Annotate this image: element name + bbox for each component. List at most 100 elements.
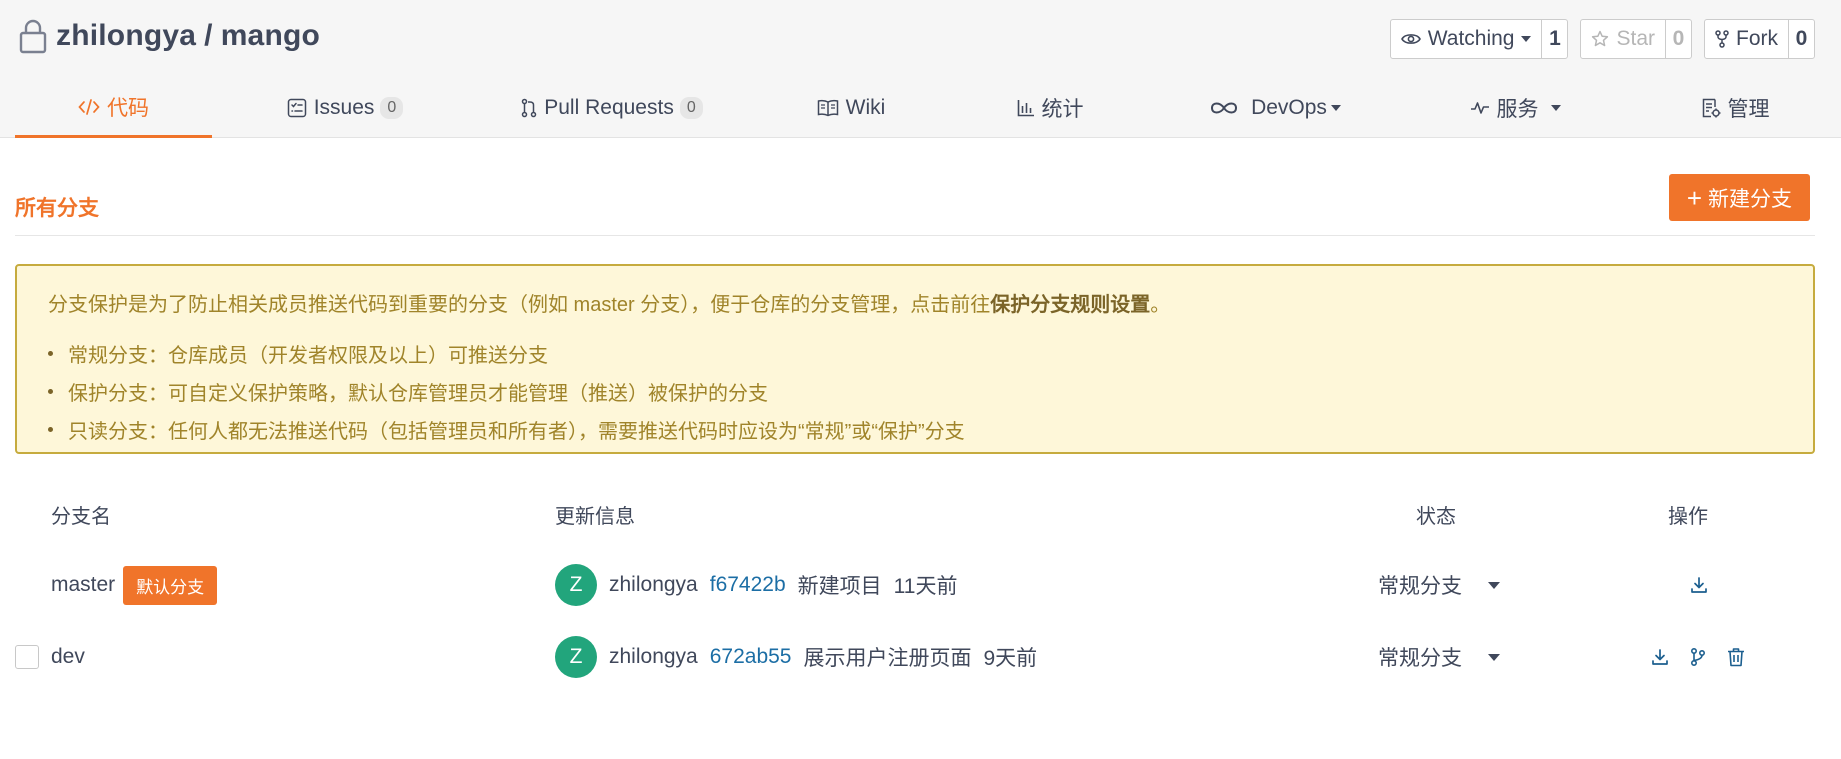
commit-author-link[interactable]: zhilongya — [609, 573, 698, 597]
watch-count[interactable]: 1 — [1541, 20, 1567, 58]
caret-down-icon — [1330, 105, 1341, 111]
tab-statistics[interactable]: 统计 — [1000, 78, 1100, 138]
default-branch-badge: 默认分支 — [123, 565, 218, 605]
pulse-icon — [1470, 102, 1489, 114]
commit-author-link[interactable]: zhilongya — [609, 645, 698, 669]
new-branch-button[interactable]: + 新建分支 — [1668, 174, 1810, 221]
branch-name-cell: dev — [51, 627, 85, 687]
settings-doc-icon — [1702, 98, 1720, 118]
status-select[interactable]: 常规分支 — [1378, 627, 1500, 687]
ops-cell — [1641, 627, 1755, 687]
download-icon[interactable] — [1687, 573, 1711, 597]
infinity-icon — [1211, 102, 1238, 114]
notice-intro: 分支保护是为了防止相关成员推送代码到重要的分支（例如 master 分支），便于… — [48, 288, 1170, 317]
status-value: 常规分支 — [1378, 575, 1462, 598]
lock-icon — [19, 19, 47, 54]
bullet-icon — [48, 426, 53, 432]
tab-issues-label: Issues — [313, 96, 375, 119]
star-button[interactable]: Star — [1581, 20, 1665, 58]
new-branch-label: 新建分支 — [1708, 187, 1792, 211]
section-divider — [15, 235, 1815, 236]
tab-wiki-label: Wiki — [845, 96, 886, 119]
star-button-group: Star 0 — [1580, 19, 1692, 59]
tab-manage-label: 管理 — [1727, 98, 1770, 121]
commit-message: 新建项目 — [797, 575, 882, 598]
tab-statistics-label: 统计 — [1041, 98, 1084, 121]
row-checkbox[interactable] — [15, 645, 39, 669]
notice-item-text: 常规分支：仓库成员（开发者权限及以上）可推送分支 — [68, 344, 548, 367]
issues-icon — [287, 98, 306, 118]
trash-icon[interactable] — [1724, 645, 1748, 669]
repo-title: zhilongya / mango — [18, 18, 320, 54]
repo-name-link[interactable]: mango — [221, 19, 320, 52]
tab-pull-requests[interactable]: Pull Requests 0 — [502, 78, 722, 138]
fork-count[interactable]: 0 — [1788, 20, 1814, 58]
status-select[interactable]: 常规分支 — [1378, 555, 1500, 615]
bullet-icon — [48, 350, 53, 356]
caret-down-icon — [1550, 105, 1561, 111]
bullet-icon — [48, 388, 53, 394]
tab-devops-label: DevOps — [1251, 96, 1327, 119]
pull-requests-count-badge: 0 — [679, 97, 703, 119]
branch-icon[interactable] — [1686, 645, 1710, 669]
caret-down-icon — [1488, 653, 1500, 661]
pull-request-icon — [522, 98, 537, 118]
tab-services-label: 服务 — [1496, 98, 1539, 121]
list-item: 保护分支：可自定义保护策略，默认仓库管理员才能管理（推送）被保护的分支 — [48, 372, 965, 410]
caret-down-icon — [1521, 36, 1532, 42]
notice-intro-end: 。 — [1150, 294, 1171, 316]
repo-owner-link[interactable]: zhilongya — [56, 19, 196, 52]
issues-count-badge: 0 — [380, 97, 404, 119]
fork-button[interactable]: Fork — [1705, 20, 1788, 58]
tab-code-label: 代码 — [107, 96, 149, 120]
commit-sha-link[interactable]: f67422b — [710, 573, 786, 597]
watch-button-group: Watching 1 — [1389, 19, 1569, 59]
avatar[interactable]: Z — [555, 564, 597, 606]
page-title: 所有分支 — [15, 197, 99, 220]
column-header-ops: 操作 — [1668, 506, 1708, 528]
commit-message: 展示用户注册页面 — [803, 647, 972, 670]
fork-button-group: Fork 0 — [1704, 19, 1815, 59]
tab-wiki[interactable]: Wiki — [801, 78, 901, 138]
download-icon[interactable] — [1648, 645, 1672, 669]
branch-name-cell: master 默认分支 — [51, 555, 218, 615]
commit-sha-link[interactable]: 672ab55 — [710, 645, 792, 669]
column-header-update: 更新信息 — [555, 506, 635, 528]
eye-icon — [1400, 34, 1421, 44]
tab-services[interactable]: 服务 — [1455, 78, 1575, 138]
star-count[interactable]: 0 — [1665, 20, 1691, 58]
commit-time: 11天前 — [893, 575, 958, 598]
watch-button[interactable]: Watching — [1391, 20, 1542, 58]
notice-item-text: 保护分支：可自定义保护策略，默认仓库管理员才能管理（推送）被保护的分支 — [68, 382, 768, 405]
tab-issues[interactable]: Issues 0 — [270, 78, 420, 138]
tab-manage[interactable]: 管理 — [1685, 78, 1785, 138]
repo-separator: / — [204, 19, 213, 52]
tab-pull-requests-label: Pull Requests — [544, 96, 674, 119]
table-row: dev Z zhilongya 672ab55 展示用户注册页面 9天前 常规分… — [0, 627, 1841, 687]
branch-protection-notice: 分支保护是为了防止相关成员推送代码到重要的分支（例如 master 分支），便于… — [15, 264, 1815, 454]
caret-down-icon — [1488, 581, 1500, 589]
protect-rules-link[interactable]: 保护分支规则设置 — [990, 294, 1150, 316]
ops-cell — [1680, 555, 1718, 615]
notice-intro-text: 分支保护是为了防止相关成员推送代码到重要的分支（例如 master 分支），便于… — [48, 294, 991, 316]
repo-actions: Watching 1 Star 0 Fork 0 — [1389, 19, 1815, 59]
list-item: 常规分支：仓库成员（开发者权限及以上）可推送分支 — [48, 334, 965, 372]
tab-code[interactable]: 代码 — [15, 78, 212, 138]
bar-chart-icon — [1017, 100, 1034, 117]
code-icon — [78, 98, 100, 115]
column-header-name: 分支名 — [51, 506, 111, 528]
status-value: 常规分支 — [1378, 647, 1462, 670]
branch-name-link[interactable]: master — [51, 573, 115, 597]
notice-item-text: 只读分支：任何人都无法推送代码（包括管理员和所有者），需要推送代码时应设为“常规… — [68, 420, 965, 443]
notice-list: 常规分支：仓库成员（开发者权限及以上）可推送分支 保护分支：可自定义保护策略，默… — [48, 334, 965, 448]
tab-devops[interactable]: DevOps — [1195, 78, 1355, 138]
book-icon — [817, 99, 838, 117]
list-item: 只读分支：任何人都无法推送代码（包括管理员和所有者），需要推送代码时应设为“常规… — [48, 410, 965, 448]
avatar[interactable]: Z — [555, 636, 597, 678]
star-label: Star — [1616, 27, 1655, 50]
branch-name-link[interactable]: dev — [51, 645, 85, 669]
update-info-cell: Z zhilongya 672ab55 展示用户注册页面 9天前 — [555, 627, 1037, 687]
fork-icon — [1715, 30, 1729, 48]
table-row: master 默认分支 Z zhilongya f67422b 新建项目 11天… — [0, 555, 1841, 615]
row-checkbox-cell — [15, 627, 39, 687]
